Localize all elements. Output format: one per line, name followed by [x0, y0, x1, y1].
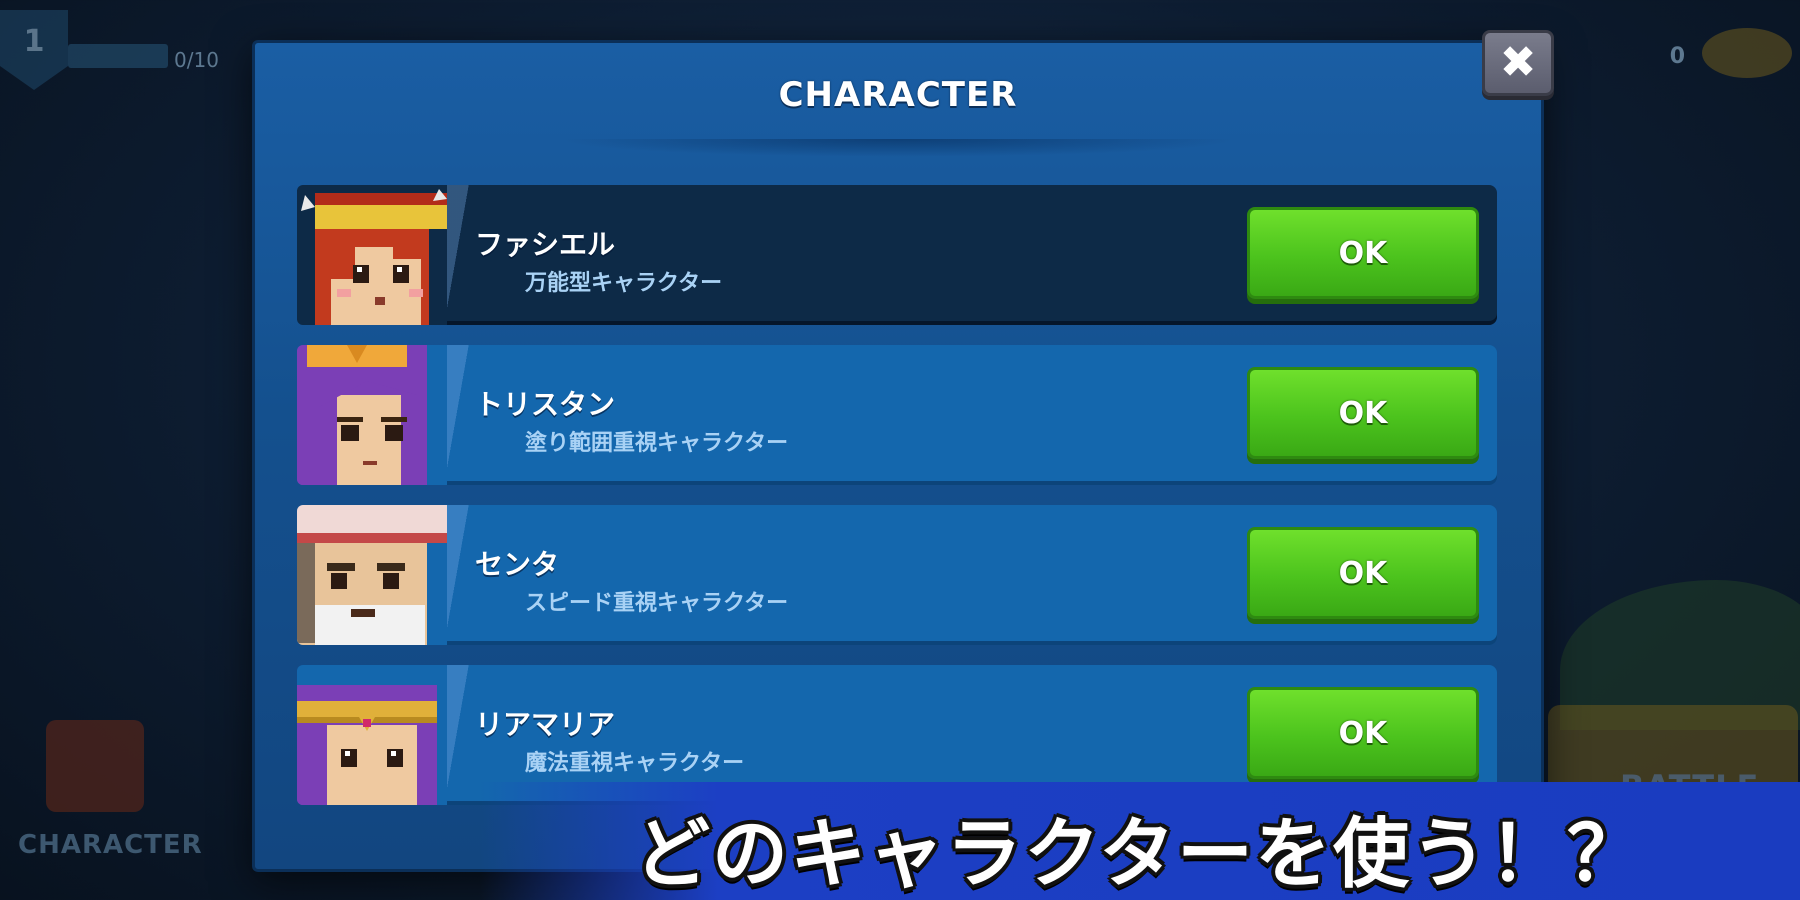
promo-caption: どのキャラクターを使う！？	[634, 809, 1645, 898]
character-description: スピード重視キャラクター	[525, 591, 789, 616]
title-divider	[555, 139, 1241, 157]
character-row-tristan[interactable]: トリスタン 塗り範囲重視キャラクター OK	[297, 345, 1497, 485]
character-portrait-tristan	[297, 345, 447, 485]
character-portrait-senta	[297, 505, 447, 645]
character-name: センタ	[475, 548, 560, 581]
select-ok-button[interactable]: OK	[1247, 687, 1479, 779]
character-description: 魔法重視キャラクター	[525, 751, 745, 776]
select-ok-button[interactable]: OK	[1247, 207, 1479, 299]
character-description: 塗り範囲重視キャラクター	[525, 431, 789, 456]
character-select-modal: CHARACTER ファシエル 万能型キャラクター OK トリスタン 塗り範囲重…	[252, 40, 1544, 872]
close-button[interactable]: ✖	[1482, 30, 1554, 96]
character-menu-label: CHARACTER	[18, 830, 203, 860]
character-portrait-fasiel	[297, 185, 447, 325]
coin-icon	[1702, 28, 1792, 78]
modal-title: CHARACTER	[778, 75, 1018, 115]
character-portrait-riamaria	[297, 665, 447, 805]
character-menu-button[interactable]	[46, 720, 144, 812]
select-ok-button[interactable]: OK	[1247, 367, 1479, 459]
level-badge: 1	[0, 10, 68, 90]
character-description: 万能型キャラクター	[525, 271, 723, 296]
character-row-senta[interactable]: センタ スピード重視キャラクター OK	[297, 505, 1497, 645]
xp-bar	[68, 44, 168, 68]
select-ok-button[interactable]: OK	[1247, 527, 1479, 619]
close-icon: ✖	[1499, 37, 1537, 88]
level-number: 1	[23, 24, 45, 59]
character-name: ファシエル	[475, 228, 616, 261]
coin-count: 0	[1669, 44, 1685, 69]
character-list: ファシエル 万能型キャラクター OK トリスタン 塗り範囲重視キャラクター OK…	[297, 185, 1497, 825]
character-name: リアマリア	[475, 708, 616, 741]
character-row-fasiel[interactable]: ファシエル 万能型キャラクター OK	[297, 185, 1497, 325]
xp-text: 0/10	[174, 48, 219, 72]
character-name: トリスタン	[475, 388, 616, 421]
